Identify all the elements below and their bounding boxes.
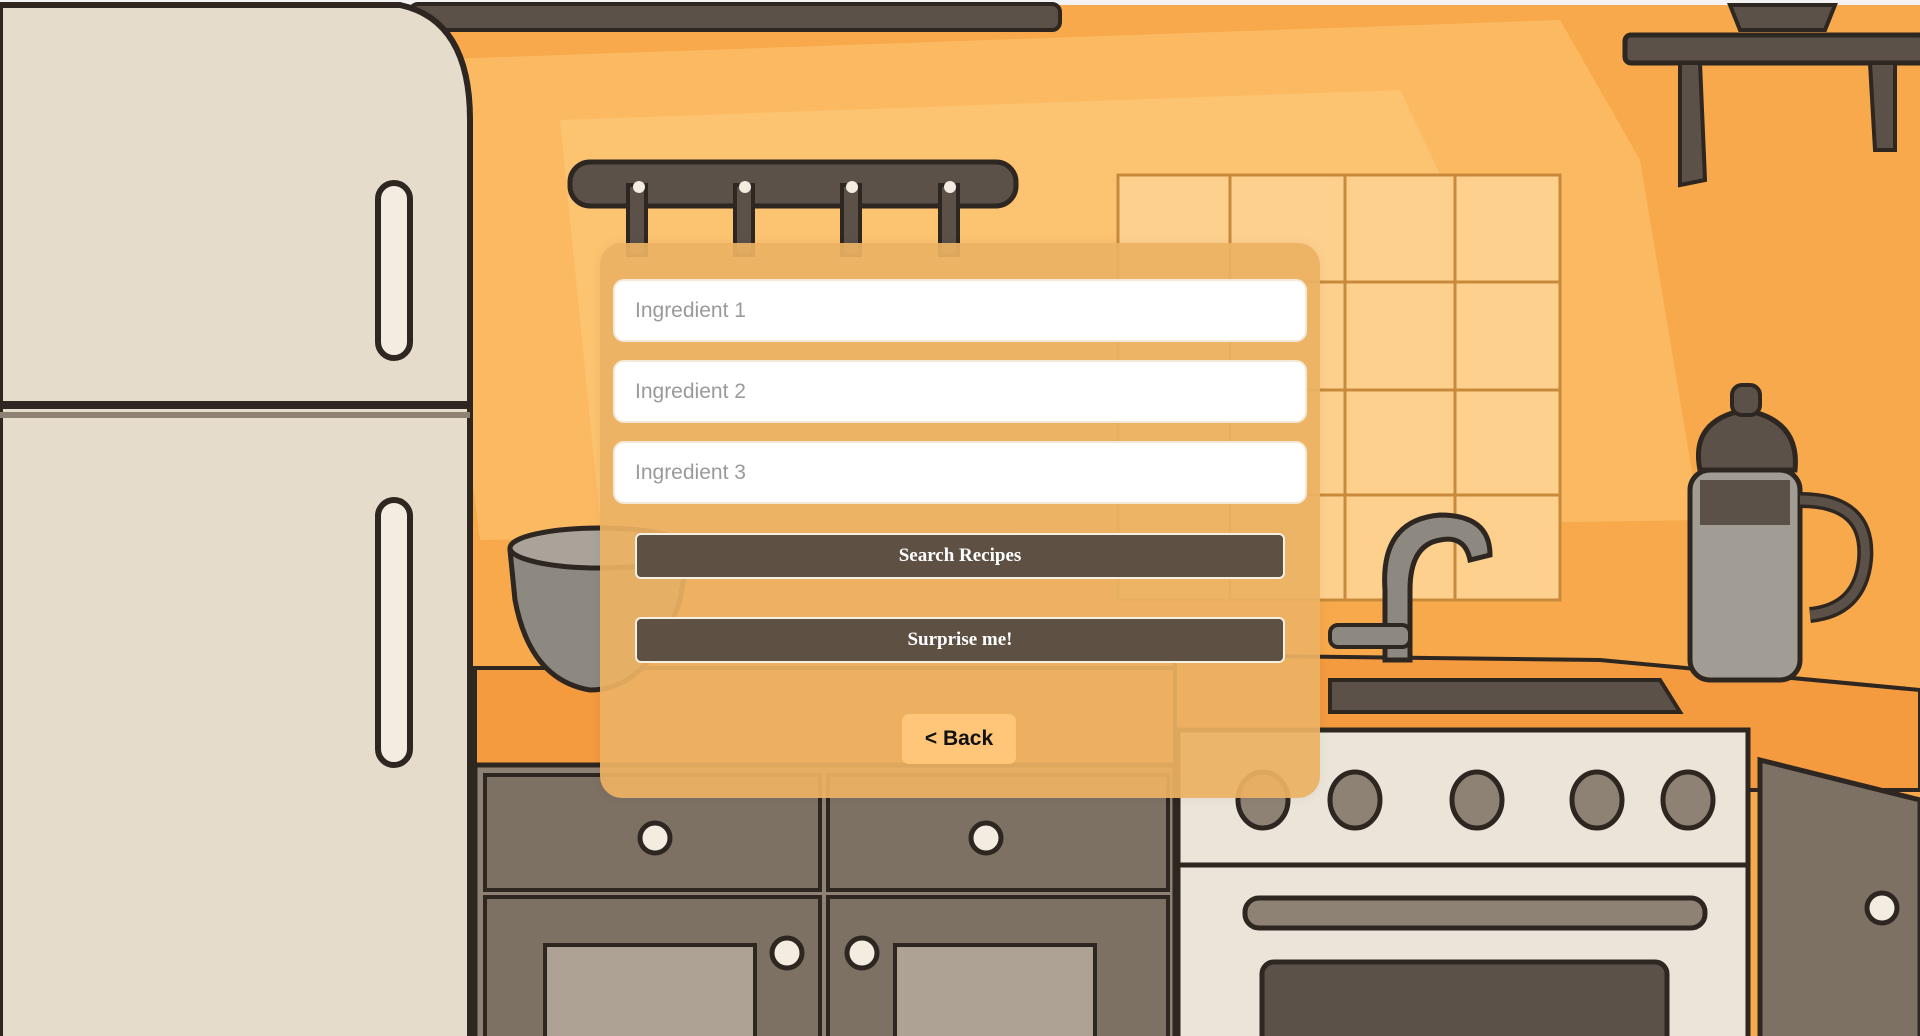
back-button[interactable]: < Back xyxy=(902,714,1016,764)
lower-cabinets xyxy=(472,762,1178,1036)
right-shelf xyxy=(1622,32,1920,66)
kitchen-background: Search Recipes Surprise me! < Back xyxy=(0,0,1920,1036)
ingredient-2-input[interactable] xyxy=(613,360,1307,423)
refrigerator xyxy=(0,1,473,1036)
top-shelf xyxy=(408,2,1062,32)
recipe-search-panel: Search Recipes Surprise me! < Back xyxy=(600,243,1320,798)
ingredient-1-input[interactable] xyxy=(613,279,1307,342)
surprise-me-button[interactable]: Surprise me! xyxy=(635,617,1285,663)
search-recipes-button[interactable]: Search Recipes xyxy=(635,533,1285,579)
ingredient-3-input[interactable] xyxy=(613,441,1307,504)
